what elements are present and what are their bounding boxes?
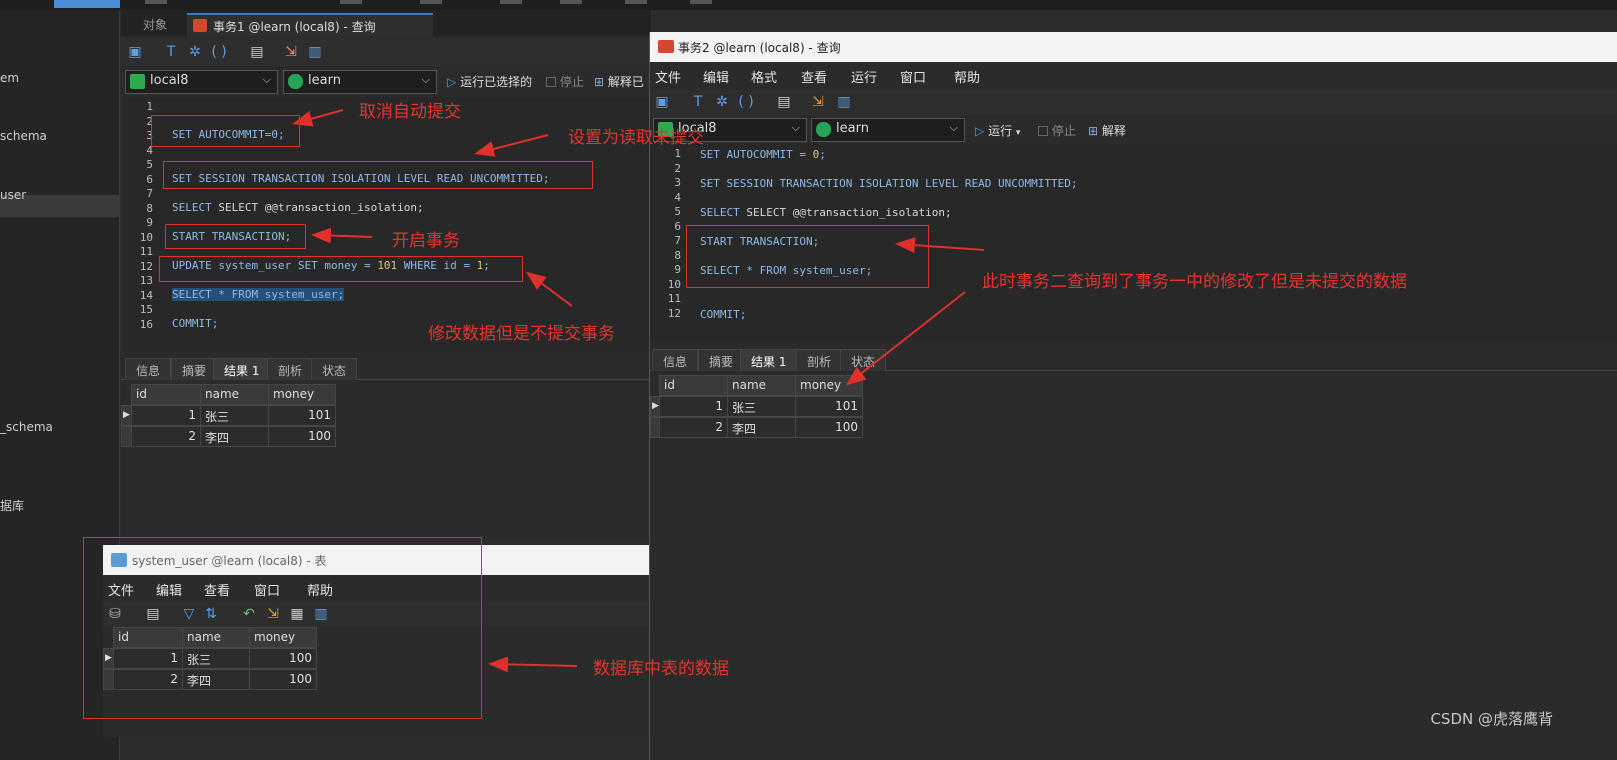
- arrow-tx2-result: [845, 291, 966, 386]
- arrow-table: [488, 656, 578, 673]
- annotation-arrows: [292, 109, 985, 673]
- arrow-tx2-box: [895, 237, 985, 254]
- watermark: CSDN @虎落鹰背: [1430, 710, 1553, 728]
- arrow-isolation: [474, 134, 549, 157]
- arrow-autocommit: [292, 109, 344, 127]
- arrow-update: [525, 271, 573, 307]
- arrow-start-tx: [311, 227, 373, 244]
